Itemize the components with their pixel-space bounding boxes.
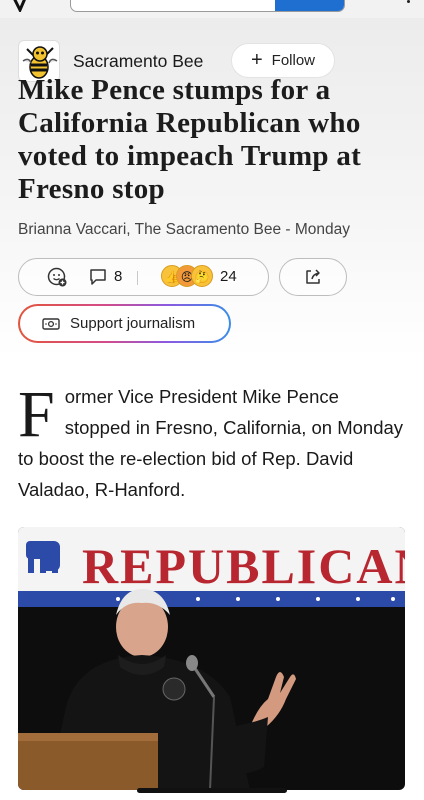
home-indicator[interactable] [137, 788, 287, 793]
support-label: Support journalism [70, 315, 196, 332]
support-journalism-button[interactable]: Support journalism [18, 304, 231, 343]
support-inner: Support journalism [20, 306, 229, 341]
lead-paragraph: ormer Vice President Mike Pence stopped … [18, 386, 404, 500]
article-body: Former Vice President Mike Pence stopped… [18, 381, 408, 505]
banner-text: REPUBLICANS [82, 538, 405, 594]
thinking-face-icon: 🤔 [191, 265, 213, 287]
article-photo[interactable]: REPUBLICANS [18, 527, 405, 790]
follow-label: Follow [271, 52, 316, 69]
reaction-count[interactable]: 24 [220, 268, 237, 285]
publisher-name[interactable]: Sacramento Bee [73, 51, 203, 72]
share-button[interactable] [279, 258, 347, 296]
follow-button[interactable]: + Follow [231, 43, 335, 78]
divider [137, 271, 138, 285]
search-button[interactable] [275, 0, 344, 11]
reaction-emojis[interactable]: 👍 😠 🤔 [161, 265, 217, 289]
article-headline: Mike Pence stumps for a California Repub… [18, 74, 362, 205]
comment-icon[interactable] [88, 267, 108, 287]
article-byline: Brianna Vaccari, The Sacramento Bee - Mo… [18, 221, 350, 238]
share-icon [306, 269, 320, 284]
comment-count[interactable]: 8 [114, 268, 122, 285]
top-bar [0, 0, 424, 18]
app-logo-icon[interactable] [12, 0, 28, 12]
money-icon [42, 317, 60, 330]
search-input[interactable] [70, 0, 345, 12]
more-icon[interactable] [407, 0, 410, 3]
add-reaction-icon[interactable] [47, 267, 67, 287]
drop-cap: F [18, 378, 55, 451]
article-header: Sacramento Bee + Follow Mike Pence stump… [0, 18, 424, 358]
reactions-bar: 8 👍 😠 🤔 24 [18, 258, 269, 296]
plus-icon: + [250, 48, 263, 71]
